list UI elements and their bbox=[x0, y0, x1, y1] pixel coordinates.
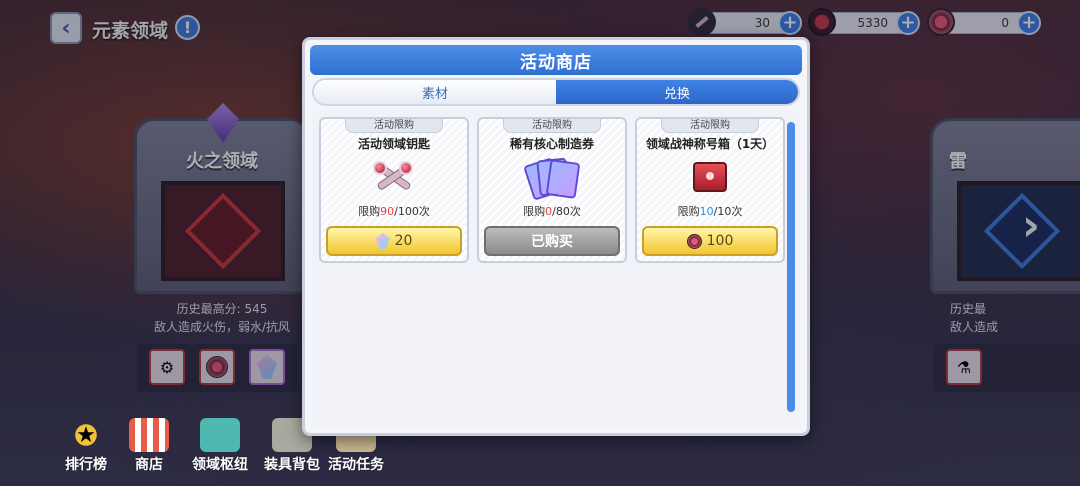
scrollbar[interactable] bbox=[787, 122, 795, 412]
shop-item-card[interactable]: 活动限购 稀有核心制造券 限购0/80次 已购买 bbox=[477, 117, 627, 263]
shop-item-card[interactable]: 活动限购 活动领域钥匙 限购90/100次 20 bbox=[319, 117, 469, 263]
item-name: 领域战神称号箱（1天） bbox=[645, 137, 775, 151]
tab-materials[interactable]: 素材 bbox=[314, 80, 556, 104]
key-icon bbox=[364, 154, 424, 200]
hub-icon bbox=[200, 418, 240, 452]
purchase-limit: 限购10/10次 bbox=[677, 205, 743, 218]
nav-label: 商店 bbox=[135, 457, 163, 473]
item-name: 稀有核心制造券 bbox=[509, 137, 594, 151]
buy-button[interactable]: 100 bbox=[642, 226, 778, 256]
purchase-limit: 限购90/100次 bbox=[358, 205, 430, 218]
limited-tag: 活动限购 bbox=[345, 119, 443, 133]
purchased-button: 已购买 bbox=[484, 226, 620, 256]
event-shop-modal: 活动商店 素材 兑换 活动限购 活动领域钥匙 限购90/100次 20 活动限购… bbox=[302, 37, 810, 436]
shop-item-card[interactable]: 活动限购 领域战神称号箱（1天） 限购10/10次 100 bbox=[635, 117, 785, 263]
buy-button[interactable]: 20 bbox=[326, 226, 462, 256]
price: 20 bbox=[394, 233, 413, 249]
tab-exchange[interactable]: 兑换 bbox=[556, 80, 798, 104]
purchased-label: 已购买 bbox=[531, 234, 573, 250]
ticket-icon bbox=[522, 154, 582, 201]
limited-tag: 活动限购 bbox=[503, 119, 601, 133]
shop-icon bbox=[129, 418, 169, 452]
shop-content: 活动限购 活动领域钥匙 限购90/100次 20 活动限购 稀有核心制造券 限购… bbox=[312, 110, 800, 426]
scroll-thumb[interactable] bbox=[787, 122, 795, 412]
modal-title: 活动商店 bbox=[310, 45, 802, 75]
trophy-icon: ★ bbox=[66, 418, 106, 452]
price: 100 bbox=[706, 233, 734, 249]
chest-icon bbox=[680, 154, 740, 200]
nav-label: 领域枢纽 bbox=[192, 457, 248, 473]
item-name: 活动领域钥匙 bbox=[357, 137, 430, 151]
crystal-icon bbox=[375, 233, 390, 249]
nav-hub[interactable]: 领域枢纽 bbox=[182, 418, 258, 474]
shop-tabs: 素材 兑换 bbox=[312, 78, 800, 106]
nav-label: 活动任务 bbox=[328, 457, 384, 473]
limited-tag: 活动限购 bbox=[661, 119, 759, 133]
purchase-limit: 限购0/80次 bbox=[523, 205, 581, 218]
coin-icon bbox=[686, 233, 702, 249]
nav-shop[interactable]: 商店 bbox=[111, 418, 187, 474]
